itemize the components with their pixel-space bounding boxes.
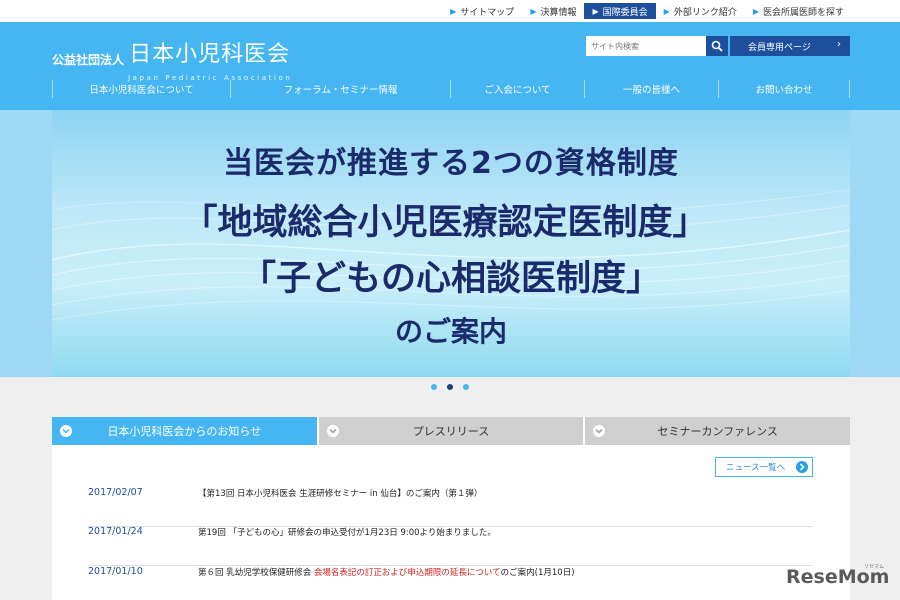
utility-links: ▶ サイトマップ ▶ 決算情報 ▶ 国際委員会 ▶ 外部リンク紹介 ▶ 医会所属医師を探す bbox=[442, 3, 852, 19]
external-links-label: 外部リンク紹介 bbox=[673, 7, 737, 18]
site-logo[interactable]: 公益社団法人 日本小児科医会 Japan Pediatric Associati… bbox=[52, 36, 291, 82]
news-list-label: ニュース一覧へ bbox=[726, 463, 786, 473]
carousel-dots bbox=[0, 380, 900, 394]
external-links-link[interactable]: ▶ 外部リンク紹介 bbox=[656, 3, 745, 19]
international-committee-label: 国際委員会 bbox=[602, 7, 648, 18]
news-date: 2017/02/07 bbox=[88, 487, 143, 498]
news-title-highlight: 会場名表記の訂正および申込期限の延長について bbox=[313, 568, 501, 578]
watermark-sub: リセマム bbox=[864, 564, 885, 570]
chevron-down-icon bbox=[326, 425, 339, 437]
chevron-right-icon: › bbox=[837, 39, 841, 50]
search-icon bbox=[711, 40, 723, 52]
news-date: 2017/01/10 bbox=[88, 566, 143, 577]
hero-banner[interactable]: 当医会が推進する2つの資格制度 「地域総合小児医療認定医制度」 「子どもの心相談… bbox=[52, 110, 850, 377]
sitemap-label: サイトマップ bbox=[460, 7, 515, 18]
news-date: 2017/01/24 bbox=[88, 526, 143, 537]
financial-info-label: 決算情報 bbox=[540, 7, 577, 18]
tab-press-release[interactable]: プレスリリース bbox=[318, 417, 584, 445]
news-item[interactable]: 2017/02/07 【第13回 日本小児科医会 生涯研修セミナー in 仙台】… bbox=[88, 487, 813, 527]
tab-press-release-label: プレスリリース bbox=[412, 425, 490, 438]
search-input[interactable] bbox=[586, 36, 706, 56]
news-title-text: 第19回 「子どもの心」研修会の申込受付が1月23日 9:00より始まりました。 bbox=[198, 528, 496, 538]
news-list-button[interactable]: ニュース一覧へ bbox=[715, 457, 813, 477]
nav-about[interactable]: 日本小児科医会について bbox=[52, 80, 230, 98]
nav-general-public-label: 一般の皆様へ bbox=[622, 85, 680, 96]
hero-subtitle: のご案内 bbox=[394, 315, 507, 348]
international-committee-link[interactable]: ▶ 国際委員会 bbox=[584, 3, 656, 19]
carousel-dot-3[interactable] bbox=[463, 384, 469, 390]
org-type: 公益社団法人 bbox=[52, 53, 125, 67]
sitemap-link[interactable]: ▶ サイトマップ bbox=[442, 3, 522, 19]
financial-info-link[interactable]: ▶ 決算情報 bbox=[522, 3, 584, 19]
find-doctor-link[interactable]: ▶ 医会所属医師を探す bbox=[745, 3, 852, 19]
hero-program-1: 「地域総合小児医療認定医制度」 bbox=[182, 203, 708, 243]
arrow-right-icon: ▶ bbox=[663, 6, 670, 16]
news-title-suffix: のご案内(1月10日) bbox=[500, 568, 575, 578]
main-nav: 日本小児科医会について フォーラム・セミナー情報 ご入会について 一般の皆様へ … bbox=[52, 80, 850, 98]
nav-general-public[interactable]: 一般の皆様へ bbox=[584, 80, 718, 98]
tab-announcements[interactable]: 日本小児科医会からのお知らせ bbox=[52, 417, 317, 445]
search-button[interactable] bbox=[706, 36, 728, 56]
hero-area: 当医会が推進する2つの資格制度 「地域総合小児医療認定医制度」 「子どもの心相談… bbox=[0, 110, 900, 377]
chevron-down-icon bbox=[60, 425, 72, 437]
arrow-right-icon: ▶ bbox=[530, 6, 537, 16]
site-search bbox=[586, 36, 728, 56]
nav-forum-seminar-label: フォーラム・セミナー情報 bbox=[283, 85, 398, 96]
arrow-right-icon: ▶ bbox=[752, 6, 759, 16]
nav-about-label: 日本小児科医会について bbox=[89, 85, 194, 96]
news-title: 第６回 乳幼児学校保健研修会 会場名表記の訂正および申込期限の延長についてのご案… bbox=[198, 566, 575, 578]
tab-announcements-label: 日本小児科医会からのお知らせ bbox=[107, 425, 262, 438]
carousel-dot-1[interactable] bbox=[431, 384, 437, 390]
news-title-text: 第６回 乳幼児学校保健研修会 bbox=[198, 568, 314, 578]
tab-seminar-conference[interactable]: セミナーカンファレンス bbox=[585, 417, 851, 445]
arrow-right-icon: ▶ bbox=[592, 6, 599, 16]
news-item[interactable]: 2017/01/24 第19回 「子どもの心」研修会の申込受付が1月23日 9:… bbox=[88, 526, 813, 566]
chevron-right-icon bbox=[796, 461, 808, 473]
news-title: 第19回 「子どもの心」研修会の申込受付が1月23日 9:00より始まりました。 bbox=[198, 526, 496, 538]
nav-forum-seminar[interactable]: フォーラム・セミナー情報 bbox=[230, 80, 450, 98]
arrow-right-icon: ▶ bbox=[450, 6, 457, 16]
member-page-button[interactable]: 会員専用ページ › bbox=[730, 36, 850, 56]
resemom-watermark: ReseMom リセマム bbox=[786, 564, 889, 588]
news-title-text: 【第13回 日本小児科医会 生涯研修セミナー in 仙台】のご案内（第１弾） bbox=[198, 489, 483, 499]
utility-bar: ▶ サイトマップ ▶ 決算情報 ▶ 国際委員会 ▶ 外部リンク紹介 ▶ 医会所属医師を探す bbox=[0, 0, 900, 22]
news-item[interactable]: 2017/01/10 第６回 乳幼児学校保健研修会 会場名表記の訂正および申込期… bbox=[88, 566, 813, 600]
site-header: 公益社団法人 日本小児科医会 Japan Pediatric Associati… bbox=[0, 22, 900, 110]
member-page-label: 会員専用ページ bbox=[748, 42, 811, 53]
carousel-dot-2[interactable] bbox=[447, 384, 453, 390]
hero-program-2: 「子どもの心相談医制度」 bbox=[240, 259, 661, 299]
nav-contact-label: お問い合わせ bbox=[755, 85, 813, 96]
nav-membership-label: ご入会について bbox=[484, 85, 551, 96]
find-doctor-label: 医会所属医師を探す bbox=[762, 7, 844, 18]
tab-seminar-conference-label: セミナーカンファレンス bbox=[657, 425, 778, 438]
hero-headline: 当医会が推進する2つの資格制度 bbox=[223, 146, 679, 181]
org-name: 日本小児科医会 bbox=[129, 42, 291, 67]
nav-membership[interactable]: ご入会について bbox=[450, 80, 584, 98]
nav-contact[interactable]: お問い合わせ bbox=[718, 80, 850, 98]
news-title: 【第13回 日本小児科医会 生涯研修セミナー in 仙台】のご案内（第１弾） bbox=[198, 487, 482, 499]
news-tabs: 日本小児科医会からのお知らせ プレスリリース セミナーカンファレンス bbox=[52, 417, 851, 445]
